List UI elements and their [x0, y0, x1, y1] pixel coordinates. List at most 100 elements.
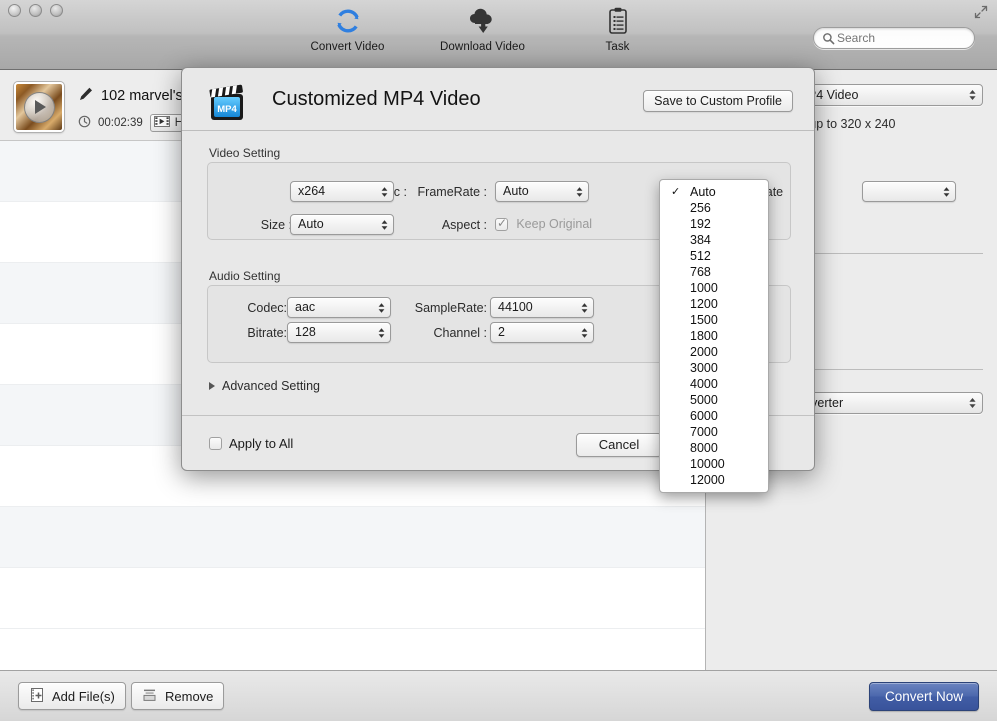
- play-icon[interactable]: [23, 91, 55, 123]
- menu-item-label: 10000: [690, 457, 725, 471]
- menu-item[interactable]: ✓ Auto: [660, 184, 768, 200]
- menu-item[interactable]: 10000: [660, 456, 768, 472]
- zoom-button[interactable]: [50, 4, 63, 17]
- menu-item[interactable]: 3000: [660, 360, 768, 376]
- video-size-value: Auto: [298, 217, 324, 231]
- save-to-custom-profile-button[interactable]: Save to Custom Profile: [643, 90, 793, 112]
- menu-item-label: Auto: [690, 185, 716, 199]
- menu-item-label: 3000: [690, 361, 718, 375]
- checkbox-box[interactable]: [209, 437, 222, 450]
- task-icon: [570, 5, 665, 37]
- convert-video-icon: [300, 5, 395, 37]
- chevron-updown-icon: [580, 301, 589, 314]
- download-video-icon: [435, 5, 530, 37]
- toolbar-items: Convert Video Download Video Task: [300, 5, 665, 53]
- menu-item[interactable]: 4000: [660, 376, 768, 392]
- search-field[interactable]: [813, 27, 975, 49]
- menu-item[interactable]: 1200: [660, 296, 768, 312]
- video-codec-value: x264: [298, 184, 326, 198]
- audio-codec-label: Codec:: [247, 301, 287, 315]
- menu-item[interactable]: 2000: [660, 344, 768, 360]
- video-bitrate-select[interactable]: [862, 181, 956, 202]
- dialog-header: MP4 Customized MP4 Video Save to Custom …: [182, 68, 814, 131]
- close-button[interactable]: [8, 4, 21, 17]
- toolbar-item-label: Download Video: [440, 41, 525, 53]
- advanced-setting-label: Advanced Setting: [222, 379, 320, 393]
- chevron-updown-icon: [580, 326, 589, 339]
- menu-item-label: 6000: [690, 409, 718, 423]
- audio-setting-legend: Audio Setting: [209, 269, 281, 283]
- remove-label: Remove: [165, 688, 214, 704]
- samplerate-select[interactable]: 44100: [490, 297, 594, 318]
- chevron-updown-icon: [377, 301, 386, 314]
- video-size-label: Size :: [260, 218, 292, 232]
- chevron-updown-icon: [380, 185, 389, 198]
- remove-icon: [142, 687, 158, 706]
- search-input[interactable]: [837, 31, 967, 45]
- menu-item-label: 384: [690, 233, 711, 247]
- file-title-group: 102 marvel's: [78, 86, 183, 105]
- advanced-setting-toggle[interactable]: Advanced Setting: [209, 379, 320, 393]
- clock-icon: [78, 115, 91, 131]
- menu-item-label: 192: [690, 217, 711, 231]
- menu-item[interactable]: 6000: [660, 408, 768, 424]
- cancel-button[interactable]: Cancel: [576, 433, 662, 457]
- film-icon: [153, 116, 170, 130]
- menu-item[interactable]: 1800: [660, 328, 768, 344]
- remove-button[interactable]: Remove: [131, 682, 225, 710]
- menu-item[interactable]: 1500: [660, 312, 768, 328]
- menu-item-label: 768: [690, 265, 711, 279]
- audio-bitrate-select[interactable]: 128: [287, 322, 391, 343]
- menu-item-label: 1000: [690, 281, 718, 295]
- menu-item[interactable]: 192: [660, 216, 768, 232]
- expand-icon[interactable]: [973, 4, 989, 20]
- menu-item-label: 5000: [690, 393, 718, 407]
- audio-bitrate-label: Bitrate:: [247, 326, 287, 340]
- keep-original-checkbox[interactable]: Keep Original: [495, 216, 592, 232]
- apply-to-all-label: Apply to All: [229, 436, 294, 451]
- bottom-bar: Add File(s) Remove Convert Now: [0, 670, 997, 721]
- checkbox-box[interactable]: [495, 216, 508, 232]
- chevron-updown-icon: [968, 89, 977, 102]
- video-thumbnail[interactable]: [14, 82, 64, 132]
- aspect-label: Aspect :: [441, 218, 487, 232]
- window-controls[interactable]: [8, 4, 63, 17]
- menu-item[interactable]: 8000: [660, 440, 768, 456]
- channel-label: Channel :: [433, 326, 487, 340]
- file-title: 102 marvel's: [101, 87, 183, 104]
- audio-codec-select[interactable]: aac: [287, 297, 391, 318]
- samplerate-value: 44100: [498, 300, 533, 314]
- video-setting-legend: Video Setting: [209, 146, 281, 160]
- bitrate-dropdown-menu[interactable]: ✓ Auto 256 192 384 512 768 1000 1200 1500…: [659, 179, 769, 493]
- video-codec-select[interactable]: x264: [290, 181, 394, 202]
- menu-item[interactable]: 5000: [660, 392, 768, 408]
- menu-item-label: 1800: [690, 329, 718, 343]
- menu-item[interactable]: 12000: [660, 472, 768, 488]
- menu-item[interactable]: 512: [660, 248, 768, 264]
- window-toolbar: Convert Video Download Video Task Search: [0, 0, 997, 70]
- menu-item[interactable]: 768: [660, 264, 768, 280]
- pencil-icon[interactable]: [78, 86, 94, 105]
- minimize-button[interactable]: [29, 4, 42, 17]
- menu-item[interactable]: 7000: [660, 424, 768, 440]
- file-list-row[interactable]: [0, 568, 705, 629]
- dialog-title: Customized MP4 Video: [272, 88, 481, 110]
- menu-item[interactable]: 256: [660, 200, 768, 216]
- menu-item-label: 256: [690, 201, 711, 215]
- add-files-button[interactable]: Add File(s): [18, 682, 126, 710]
- convert-now-button[interactable]: Convert Now: [869, 682, 979, 711]
- framerate-label: FrameRate :: [417, 185, 487, 199]
- toolbar-item-download-video[interactable]: Download Video: [435, 5, 530, 53]
- chevron-updown-icon: [942, 185, 951, 198]
- channel-select[interactable]: 2: [490, 322, 594, 343]
- framerate-select[interactable]: Auto: [495, 181, 589, 202]
- apply-to-all-checkbox[interactable]: Apply to All: [209, 436, 293, 451]
- toolbar-item-task[interactable]: Task: [570, 5, 665, 53]
- video-size-select[interactable]: Auto: [290, 214, 394, 235]
- toolbar-item-label: Task: [605, 41, 630, 53]
- file-list-row[interactable]: [0, 507, 705, 568]
- menu-item[interactable]: 1000: [660, 280, 768, 296]
- menu-item[interactable]: 384: [660, 232, 768, 248]
- toolbar-item-convert-video[interactable]: Convert Video: [300, 5, 395, 53]
- menu-item-label: 512: [690, 249, 711, 263]
